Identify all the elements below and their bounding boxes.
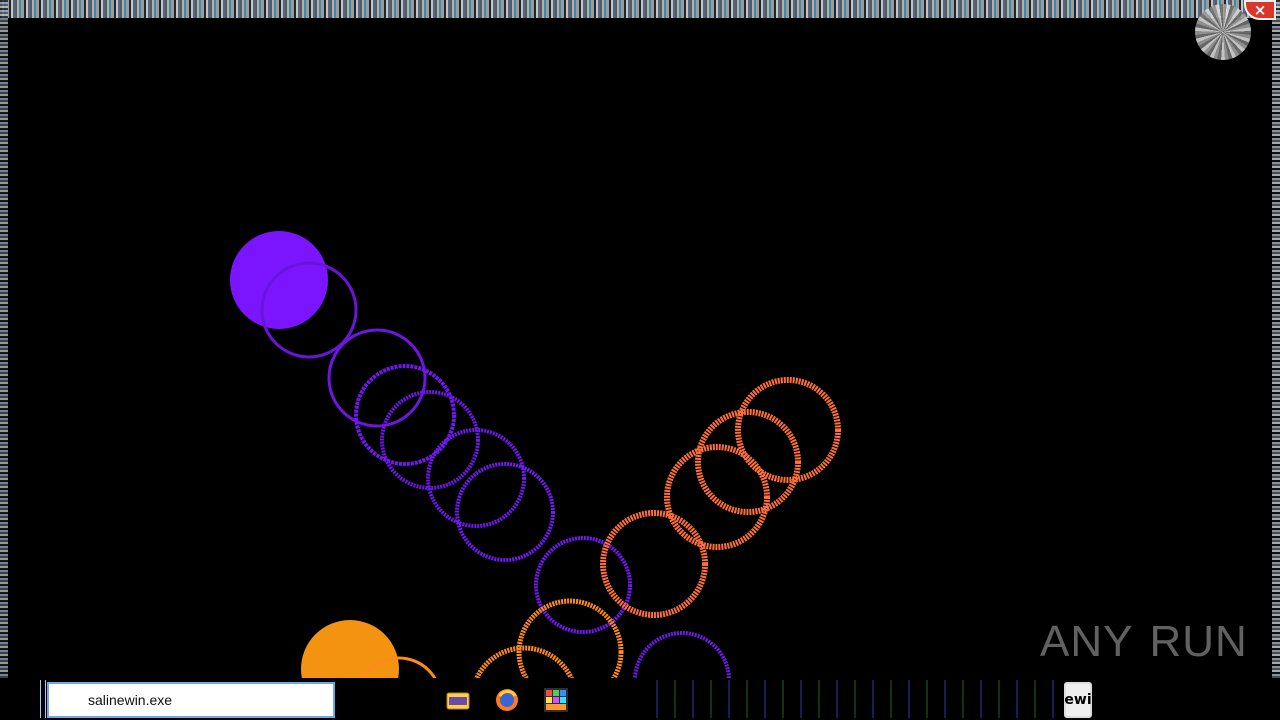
purple-ring (327, 328, 427, 428)
firefox-icon[interactable] (493, 686, 521, 714)
tray-app-button[interactable]: ewi (1064, 682, 1092, 718)
screen: × ANY RUN salinewin.exe ewi (0, 0, 1280, 720)
purple-ring (455, 462, 555, 562)
purple-ring (380, 390, 480, 490)
anyrun-watermark: ANY RUN (1040, 612, 1247, 672)
running-app-taskbar-button[interactable]: salinewin.exe (47, 682, 335, 718)
colorful-app-icon[interactable] (542, 686, 570, 714)
watermark-right-text: RUN (1149, 617, 1248, 666)
orange-ring (600, 510, 708, 618)
purple-ring (354, 364, 456, 466)
taskbar-grip[interactable] (40, 680, 46, 718)
purple-ring (534, 536, 632, 634)
taskbar-app-label: salinewin.exe (88, 692, 173, 708)
purple-filled-circle (230, 231, 328, 329)
orange-ring (664, 444, 770, 550)
watermark-left-text: ANY (1040, 617, 1134, 666)
taskbar-glitch-area (640, 680, 1060, 718)
folder-icon[interactable] (444, 686, 472, 714)
